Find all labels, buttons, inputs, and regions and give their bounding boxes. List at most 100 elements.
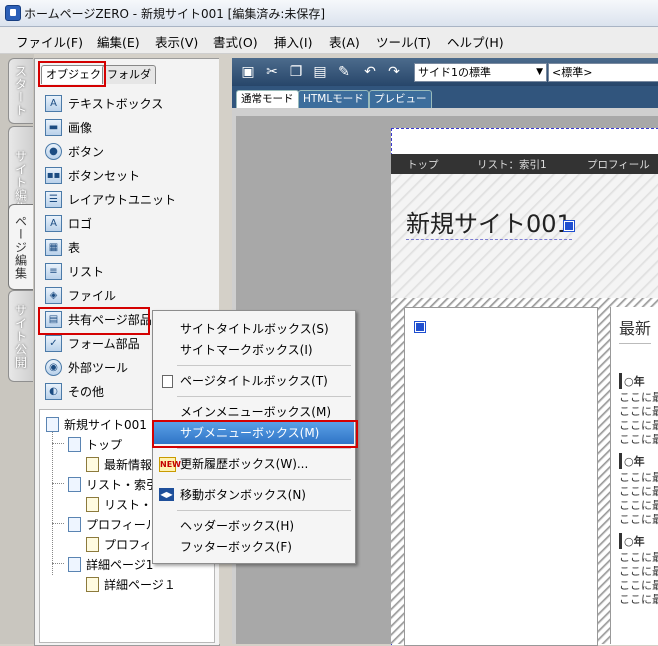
tree-node-detail-child[interactable]: 詳細ページ１ bbox=[86, 576, 176, 593]
sidebar-box[interactable] bbox=[404, 307, 598, 646]
annotation-box-objects-tab bbox=[38, 61, 106, 87]
site-nav-bar[interactable]: トップ リスト：索引1 プロフィール bbox=[391, 154, 658, 174]
save-icon[interactable]: ▣ bbox=[238, 62, 258, 82]
tool-list[interactable]: ≡ リスト bbox=[45, 260, 104, 282]
tool-text-box[interactable]: A テキストボックス bbox=[45, 92, 163, 114]
tree-node-news[interactable]: 最新情報 bbox=[86, 456, 152, 473]
tree-node-list[interactable]: リスト・索引 bbox=[68, 476, 158, 493]
app-icon[interactable] bbox=[5, 5, 21, 21]
tab-start[interactable]: スタート bbox=[8, 58, 33, 124]
nav-item-profile[interactable]: プロフィール bbox=[587, 157, 650, 172]
menu-separator bbox=[177, 510, 351, 511]
logo-icon: A bbox=[45, 214, 62, 232]
menu-table[interactable]: 表(A) bbox=[329, 32, 360, 51]
tab-page-edit[interactable]: ページ編集 bbox=[8, 204, 33, 290]
vertical-tab-strip: スタート サイト編集 ページ編集 サイト公開 bbox=[0, 54, 34, 644]
undo-icon[interactable]: ↶ bbox=[360, 62, 380, 82]
image-icon: ▬ bbox=[45, 118, 62, 136]
redo-icon[interactable]: ↷ bbox=[384, 62, 404, 82]
tree-node-detail[interactable]: 詳細ページ1 bbox=[68, 556, 153, 573]
style-select[interactable]: サイド1の標準 ▼ bbox=[414, 63, 547, 82]
annotation-box-shared-parts bbox=[38, 307, 150, 335]
tool-external[interactable]: ◉ 外部ツール bbox=[45, 356, 128, 378]
main-content-box[interactable]: 最新 ○年 ここに最 ここに最 ここに最 ここに最 ○年 ここに最 ここに最 こ… bbox=[610, 307, 658, 644]
tab-preview[interactable]: プレビュー bbox=[369, 90, 432, 108]
button-icon: ● bbox=[45, 142, 62, 160]
paragraph-select[interactable]: <標準> bbox=[548, 63, 658, 82]
page-icon bbox=[86, 457, 99, 472]
tool-layout-unit[interactable]: ☰ レイアウトユニット bbox=[45, 188, 176, 210]
tab-site-publish[interactable]: サイト公開 bbox=[8, 290, 33, 382]
main-heading: 最新 bbox=[619, 315, 652, 344]
anchor-marker[interactable] bbox=[414, 321, 426, 333]
tree-connector bbox=[52, 483, 64, 484]
menu-tools[interactable]: ツール(T) bbox=[376, 32, 431, 51]
page-icon bbox=[86, 577, 99, 592]
other-icon: ◐ bbox=[45, 382, 62, 400]
tree-connector bbox=[52, 563, 64, 564]
news-line: ここに最 bbox=[619, 593, 658, 606]
menu-item-page-title-box[interactable]: ページタイトルボックス(T) bbox=[154, 370, 354, 392]
file-icon: ◈ bbox=[45, 286, 62, 304]
menu-item-site-title-box[interactable]: サイトタイトルボックス(S) bbox=[154, 318, 354, 340]
tree-node-list-child[interactable]: リスト・ bbox=[86, 496, 152, 513]
editor-toolbar: ▣ ✂ ❐ ▤ ✎ ↶ ↷ サイド1の標準 ▼ <標準> bbox=[232, 58, 658, 86]
menu-item-site-mark-box[interactable]: サイトマークボックス(I) bbox=[154, 339, 354, 361]
page-icon bbox=[68, 437, 81, 452]
page-icon bbox=[68, 557, 81, 572]
nav-item-top[interactable]: トップ bbox=[407, 157, 439, 172]
tree-node-profile-child[interactable]: プロフィ bbox=[86, 536, 152, 553]
cut-icon[interactable]: ✂ bbox=[262, 62, 282, 82]
nav-item-list[interactable]: リスト：索引1 bbox=[477, 157, 547, 172]
tree-node-top[interactable]: トップ bbox=[68, 436, 122, 453]
tool-table[interactable]: ▦ 表 bbox=[45, 236, 80, 258]
menu-edit[interactable]: 編集(E) bbox=[97, 32, 140, 51]
window-title: ホームページZERO - 新規サイト001 [編集済み:未保存] bbox=[24, 7, 326, 21]
tree-connector bbox=[52, 443, 64, 444]
menu-insert[interactable]: 挿入(I) bbox=[274, 32, 312, 51]
menu-item-move-button-box[interactable]: ◀▶ 移動ボタンボックス(N) bbox=[154, 484, 354, 506]
tab-normal-mode[interactable]: 通常モード bbox=[236, 90, 299, 108]
menu-file[interactable]: ファイル(F) bbox=[16, 32, 83, 51]
menu-separator bbox=[177, 396, 351, 397]
menu-item-footer-box[interactable]: フッターボックス(F) bbox=[154, 536, 354, 558]
layout-unit-icon: ☰ bbox=[45, 190, 62, 208]
tab-folder[interactable]: フォルダ bbox=[102, 65, 156, 84]
tool-file[interactable]: ◈ ファイル bbox=[45, 284, 116, 306]
tool-logo[interactable]: A ロゴ bbox=[45, 212, 92, 234]
news-line: ここに最 bbox=[619, 433, 658, 446]
menu-separator bbox=[177, 479, 351, 480]
tool-form-parts[interactable]: ✓ フォーム部品 bbox=[45, 332, 140, 354]
news-year: ○年 bbox=[619, 453, 645, 469]
anchor-marker[interactable] bbox=[563, 220, 575, 232]
tool-button[interactable]: ● ボタン bbox=[45, 140, 104, 162]
menu-separator bbox=[177, 448, 351, 449]
button-set-icon: ▪▪ bbox=[45, 166, 62, 184]
page-icon bbox=[68, 517, 81, 532]
table-icon: ▦ bbox=[45, 238, 62, 256]
tree-connector bbox=[52, 523, 64, 524]
tree-line bbox=[52, 430, 53, 575]
menu-format[interactable]: 書式(O) bbox=[213, 32, 258, 51]
list-icon: ≡ bbox=[45, 262, 62, 280]
page-icon bbox=[86, 497, 99, 512]
site-title-box[interactable]: 新規サイト001 bbox=[406, 204, 572, 240]
title-bar: ホームページZERO - 新規サイト001 [編集済み:未保存] bbox=[0, 0, 658, 27]
chevron-down-icon: ▼ bbox=[536, 67, 543, 77]
menu-item-update-history-box[interactable]: NEW 更新履歴ボックス(W)... bbox=[154, 453, 354, 475]
menu-help[interactable]: ヘルプ(H) bbox=[447, 32, 504, 51]
tree-node-profile[interactable]: プロフィール bbox=[68, 516, 158, 533]
tool-button-set[interactable]: ▪▪ ボタンセット bbox=[45, 164, 140, 186]
tool-image[interactable]: ▬ 画像 bbox=[45, 116, 92, 138]
news-year: ○年 bbox=[619, 533, 645, 549]
tab-html-mode[interactable]: HTMLモード bbox=[298, 90, 369, 108]
menu-bar: ファイル(F) 編集(E) 表示(V) 書式(O) 挿入(I) 表(A) ツール… bbox=[0, 27, 658, 54]
copy-icon[interactable]: ❐ bbox=[286, 62, 306, 82]
tool-other[interactable]: ◐ その他 bbox=[45, 380, 104, 402]
paste-icon[interactable]: ▤ bbox=[310, 62, 330, 82]
menu-item-header-box[interactable]: ヘッダーボックス(H) bbox=[154, 515, 354, 537]
menu-view[interactable]: 表示(V) bbox=[155, 32, 198, 51]
format-icon[interactable]: ✎ bbox=[334, 62, 354, 82]
tree-root[interactable]: 新規サイト001 bbox=[46, 416, 147, 433]
site-icon bbox=[46, 417, 59, 432]
